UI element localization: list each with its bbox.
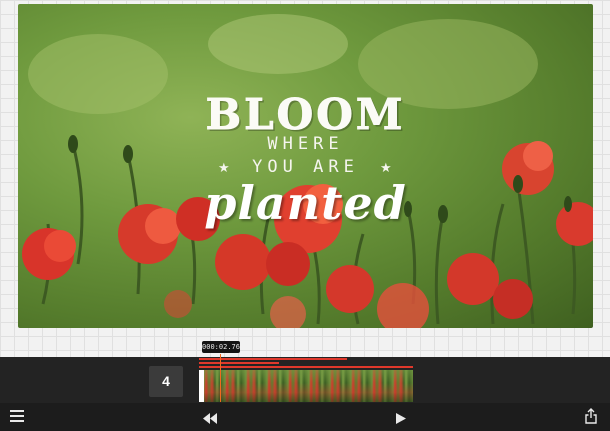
video-preview[interactable]: BLOOM WHERE ★ YOU ARE ★ planted: [18, 4, 593, 328]
title-you-are: YOU ARE: [252, 157, 359, 177]
title-planted: planted: [204, 176, 407, 230]
clip-strip[interactable]: [199, 358, 413, 402]
clip-thumbnails[interactable]: [199, 370, 413, 402]
rewind-icon[interactable]: [203, 411, 217, 429]
title-track-bar[interactable]: [199, 362, 279, 364]
bottom-toolbar: [0, 403, 610, 431]
title-where: WHERE: [267, 134, 344, 154]
star-icon: ★: [380, 160, 392, 175]
playhead-time-label: 000:02.76: [202, 341, 240, 353]
playhead[interactable]: [220, 354, 221, 402]
title-bloom: BLOOM: [205, 90, 406, 140]
clip-count-badge[interactable]: 4: [149, 366, 183, 397]
clip-track-bar[interactable]: [199, 366, 413, 368]
trim-handle[interactable]: [199, 370, 204, 402]
hamburger-menu-icon[interactable]: [10, 410, 24, 423]
share-icon[interactable]: [585, 408, 597, 424]
play-icon[interactable]: [396, 411, 406, 429]
title-track-bar[interactable]: [199, 358, 347, 360]
